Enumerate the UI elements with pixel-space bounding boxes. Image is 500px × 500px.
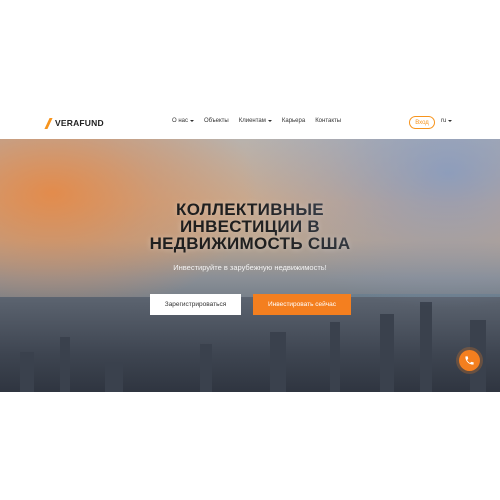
caret-down-icon	[267, 120, 272, 122]
nav-item-label: О нас	[172, 118, 188, 124]
caret-down-icon	[189, 120, 194, 122]
login-button[interactable]: Вход	[409, 116, 435, 129]
building	[20, 352, 34, 392]
phone-icon	[465, 356, 474, 365]
hero-title: КОЛЛЕКТИВНЫЕ ИНВЕСТИЦИИ В НЕДВИЖИМОСТЬ С…	[0, 201, 500, 252]
register-button[interactable]: Зарегистрироваться	[150, 294, 241, 315]
main-nav: О нас Объекты Клиентам Карьера Контакты	[172, 118, 351, 124]
building	[380, 314, 394, 392]
nav-item-about[interactable]: О нас	[172, 118, 194, 124]
building	[200, 344, 212, 392]
language-label: ru	[441, 118, 447, 124]
nav-item-label: Объекты	[203, 118, 229, 124]
logo-icon	[46, 118, 53, 129]
hero-background-city	[0, 297, 500, 392]
nav-item-label: Клиентам	[238, 118, 266, 124]
building	[330, 322, 340, 392]
logo-text: VERAFUND	[55, 118, 104, 128]
nav-item-contacts[interactable]: Контакты	[315, 118, 341, 124]
hero-subtitle: Инвестируйте в зарубежную недвижимость!	[173, 263, 327, 272]
top-navbar: VERAFUND О нас Объекты Клиентам Карьера …	[0, 107, 500, 139]
nav-item-label: Контакты	[315, 118, 342, 124]
language-selector[interactable]: ru	[441, 118, 453, 124]
hero-title-line: НЕДВИЖИМОСТЬ США	[149, 234, 351, 253]
hero-title-line: КОЛЛЕКТИВНЫЕ	[176, 200, 324, 219]
callback-button[interactable]	[459, 350, 480, 371]
building	[105, 362, 123, 392]
building	[420, 302, 432, 392]
building	[60, 337, 70, 392]
nav-item-career[interactable]: Карьера	[282, 118, 305, 124]
building	[270, 332, 286, 392]
nav-item-clients[interactable]: Клиентам	[239, 118, 272, 124]
invest-now-button[interactable]: Инвестировать сейчас	[253, 294, 351, 315]
hero-title-line: ИНВЕСТИЦИИ В	[179, 217, 321, 236]
caret-down-icon	[448, 120, 453, 122]
nav-item-objects[interactable]: Объекты	[204, 118, 229, 124]
hero-section: КОЛЛЕКТИВНЫЕ ИНВЕСТИЦИИ В НЕДВИЖИМОСТЬ С…	[0, 139, 500, 392]
logo[interactable]: VERAFUND	[46, 117, 104, 129]
nav-item-label: Карьера	[281, 118, 306, 124]
